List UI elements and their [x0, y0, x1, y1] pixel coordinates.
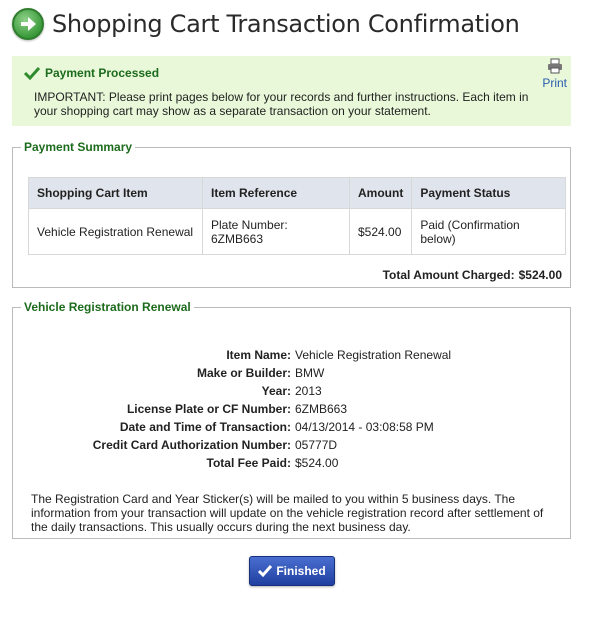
finished-label[interactable]: Finished [276, 564, 325, 578]
detail-label: Credit Card Authorization Number: [92, 438, 291, 452]
table-cell: Plate Number: 6ZMB663 [202, 208, 350, 255]
arrow-right-circle-icon [12, 8, 44, 40]
detail-row: Date and Time of Transaction: 04/13/2014 … [13, 418, 570, 436]
detail-value: $524.00 [295, 456, 339, 470]
finished-button[interactable]: Finished [249, 556, 335, 586]
detail-row: Year: 2013 [13, 382, 570, 400]
detail-value: 05777D [295, 438, 338, 452]
detail-value: BMW [295, 366, 325, 380]
vehicle-registration-section: Vehicle Registration Renewal Item Name: V… [12, 300, 571, 539]
notice-title: Payment Processed [45, 66, 160, 80]
payment-summary-table: Shopping Cart Item Item Reference Amount… [28, 177, 566, 255]
vehicle-registration-legend: Vehicle Registration Renewal [24, 300, 191, 314]
checkmark-icon [258, 565, 273, 578]
page-title: Shopping Cart Transaction Confirmation [52, 10, 520, 38]
detail-row: Credit Card Authorization Number: 05777D [13, 436, 570, 454]
detail-row: Make or Builder: BMW [13, 364, 570, 382]
details-list: Item Name: Vehicle Registration Renewal M… [13, 346, 570, 472]
column-header: Item Reference [202, 177, 350, 209]
total-value: $524.00 [518, 268, 562, 282]
table-cell: Paid (Confirmation below) [411, 208, 566, 255]
column-header: Payment Status [411, 177, 566, 209]
total-amount: Total Amount Charged: $524.00 [379, 268, 562, 282]
column-header: Amount [348, 177, 413, 209]
total-label: Total Amount Charged: [382, 268, 515, 282]
page-header: Shopping Cart Transaction Confirmation [12, 8, 520, 40]
detail-value: 04/13/2014 - 03:08:58 PM [295, 420, 434, 434]
payment-processed-notice: Payment Processed IMPORTANT: Please prin… [12, 56, 571, 126]
detail-value: Vehicle Registration Renewal [295, 348, 452, 362]
printer-icon [547, 58, 562, 74]
column-header: Shopping Cart Item [28, 177, 203, 209]
table-cell: $524.00 [348, 208, 413, 255]
table-row: Vehicle Registration Renewal Plate Numbe… [28, 208, 566, 255]
notice-body: IMPORTANT: Please print pages below for … [34, 90, 529, 118]
print-link[interactable]: Print [542, 58, 567, 90]
detail-value: 2013 [295, 384, 322, 398]
detail-label: Make or Builder: [196, 366, 291, 380]
checkmark-icon [24, 66, 40, 80]
detail-label: Item Name: [226, 348, 291, 362]
detail-value: 6ZMB663 [295, 402, 348, 416]
detail-label: Year: [261, 384, 291, 398]
detail-row: Item Name: Vehicle Registration Renewal [13, 346, 570, 364]
mailing-note: The Registration Card and Year Sticker(s… [31, 492, 544, 534]
payment-summary-section: Payment Summary Shopping Cart Item Item … [12, 140, 571, 288]
payment-summary-legend: Payment Summary [24, 140, 133, 154]
detail-label: Date and Time of Transaction: [119, 420, 291, 434]
table-cell: Vehicle Registration Renewal [28, 208, 203, 255]
detail-row: Total Fee Paid: $524.00 [13, 454, 570, 472]
detail-row: License Plate or CF Number: 6ZMB663 [13, 400, 570, 418]
detail-label: Total Fee Paid: [206, 456, 291, 470]
print-label[interactable]: Print [542, 76, 567, 90]
detail-label: License Plate or CF Number: [126, 402, 291, 416]
table-header-row: Shopping Cart Item Item Reference Amount… [28, 177, 566, 209]
